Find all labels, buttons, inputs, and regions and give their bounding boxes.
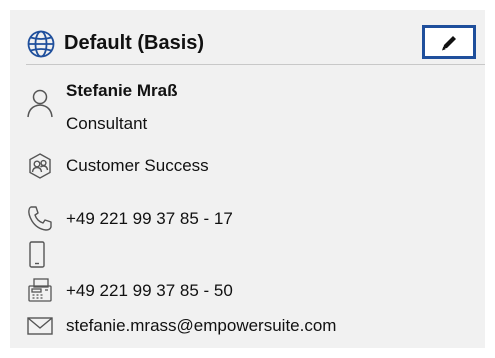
globe-icon xyxy=(26,29,56,59)
edit-button[interactable] xyxy=(422,25,476,59)
card-header: Default (Basis) xyxy=(26,26,485,60)
team-icon xyxy=(26,152,54,185)
fax-icon xyxy=(26,276,54,309)
contact-card: Default (Basis) Stefanie Mraß Consultant xyxy=(10,10,485,348)
department-label: Customer Success xyxy=(66,156,209,175)
header-divider xyxy=(26,64,485,65)
phone-number[interactable]: +49 221 99 37 85 - 17 xyxy=(66,208,233,230)
fax-number: +49 221 99 37 85 - 50 xyxy=(66,281,233,300)
contact-role: Consultant xyxy=(66,114,148,133)
phone-icon xyxy=(26,204,54,237)
contact-name: Stefanie Mraß xyxy=(66,81,178,100)
email-address[interactable]: stefanie.mrass@empowersuite.com xyxy=(66,315,336,337)
card-title: Default (Basis) xyxy=(64,32,205,54)
pencil-icon xyxy=(442,36,456,51)
person-icon xyxy=(26,88,54,123)
mail-icon xyxy=(26,315,54,342)
mobile-icon xyxy=(26,240,48,275)
